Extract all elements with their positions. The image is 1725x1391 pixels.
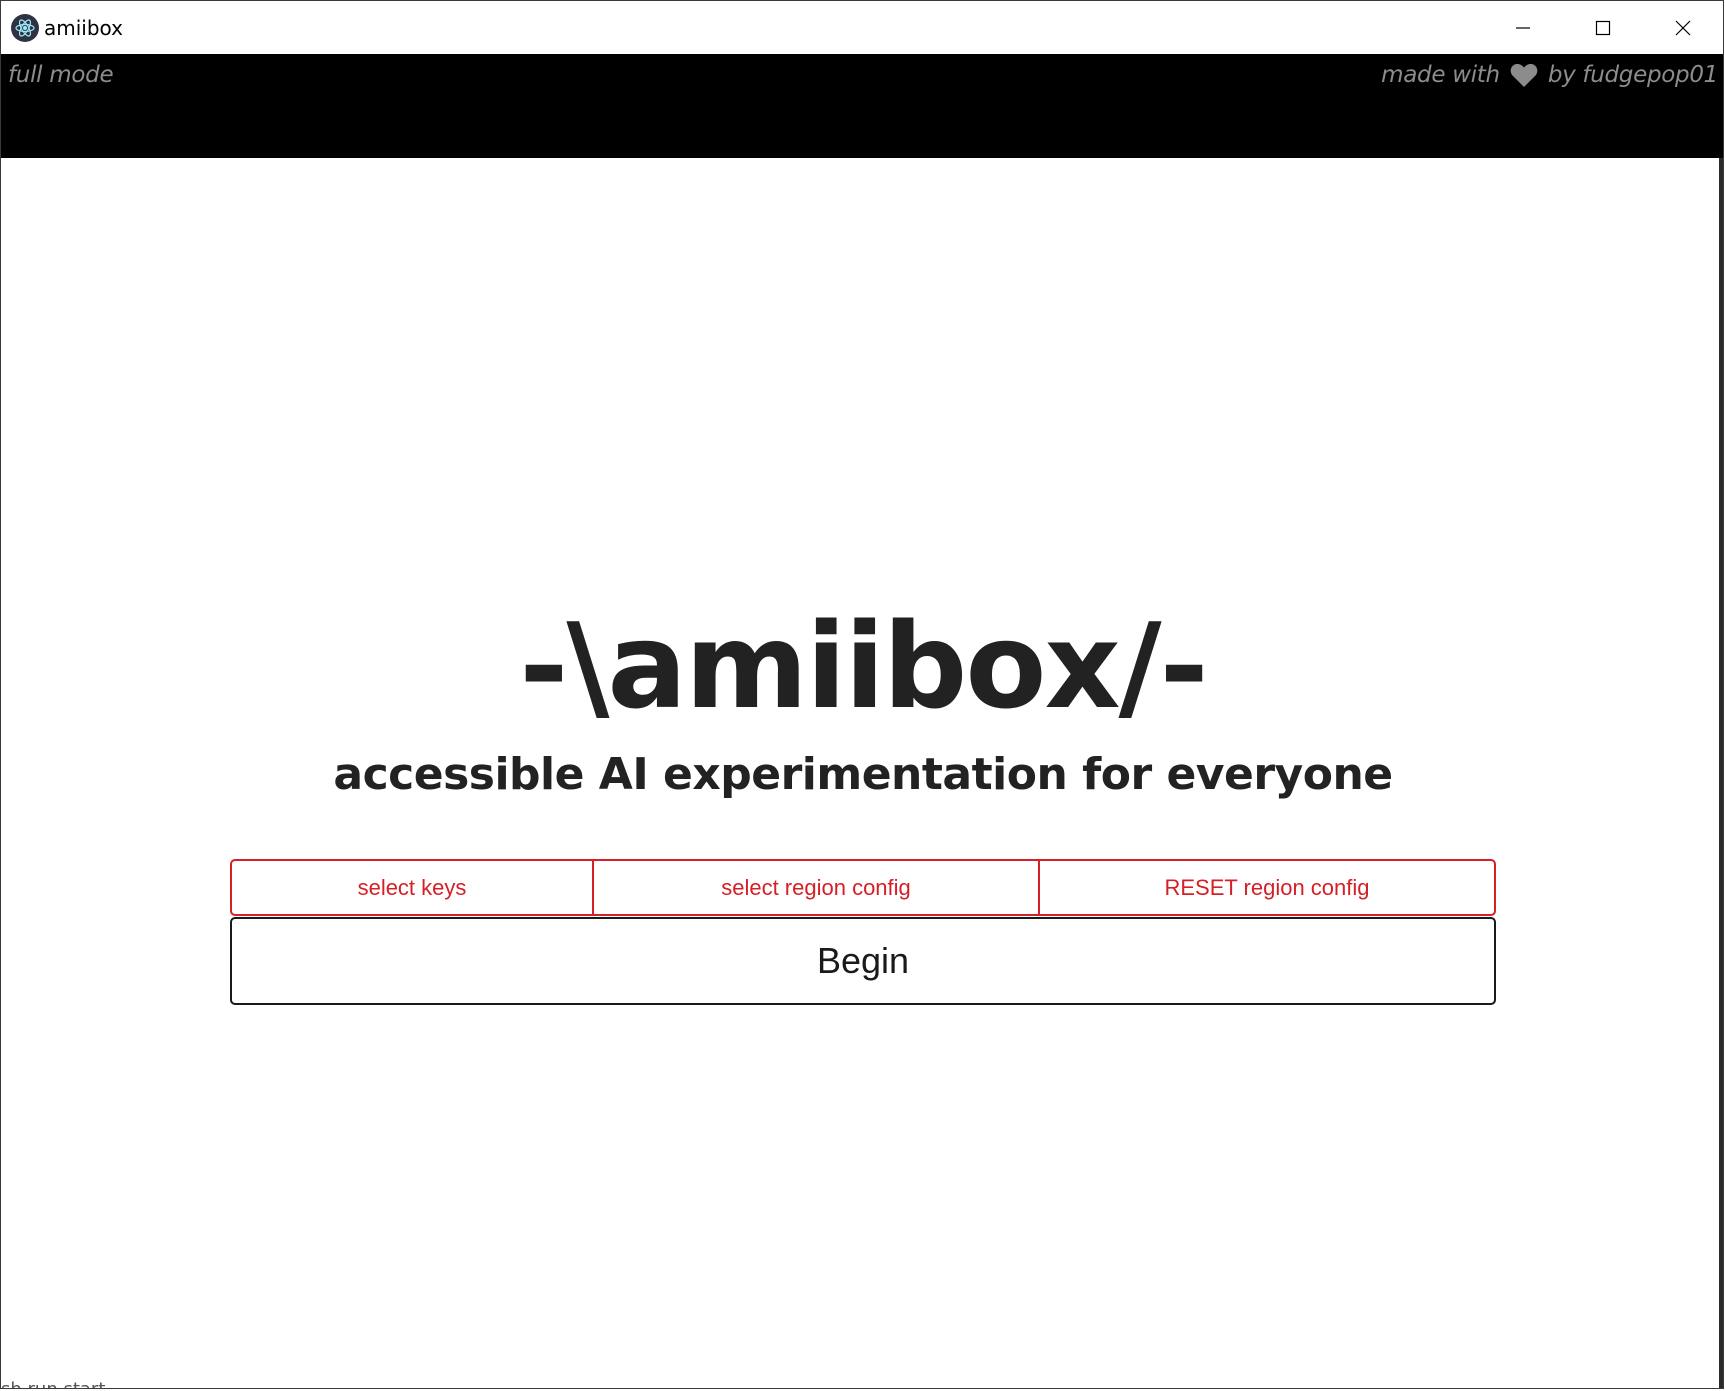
mode-label: full mode — [8, 62, 114, 88]
title-bar[interactable]: amiibox — [1, 1, 1723, 54]
close-button[interactable] — [1643, 1, 1723, 54]
config-button-group: select keys select region config RESET r… — [230, 859, 1496, 916]
window-title: amiibox — [44, 16, 124, 40]
minimize-button[interactable] — [1483, 1, 1563, 54]
reset-region-config-button[interactable]: RESET region config — [1040, 861, 1494, 914]
select-region-config-button[interactable]: select region config — [594, 861, 1040, 914]
credit: made with by fudgepop01 — [1381, 62, 1718, 88]
app-tagline: accessible AI experimentation for everyo… — [333, 749, 1393, 800]
close-icon — [1675, 20, 1691, 35]
maximize-icon — [1595, 20, 1611, 35]
app-window: amiibox full mode made with by fudgepop0… — [0, 0, 1724, 1389]
app-logo-title: -\amiibox/- — [519, 597, 1208, 735]
maximize-button[interactable] — [1563, 1, 1643, 54]
begin-button[interactable]: Begin — [230, 917, 1496, 1005]
minimize-icon — [1516, 26, 1530, 29]
credit-prefix: made with — [1381, 62, 1500, 88]
header-bar: full mode made with by fudgepop01 — [1, 54, 1723, 158]
credit-suffix: by fudgepop01 — [1547, 62, 1718, 88]
select-keys-button[interactable]: select keys — [232, 861, 594, 914]
clipped-status-text: sh run start — [1, 1378, 105, 1388]
electron-app-icon — [11, 14, 39, 42]
heart-icon — [1510, 63, 1538, 88]
